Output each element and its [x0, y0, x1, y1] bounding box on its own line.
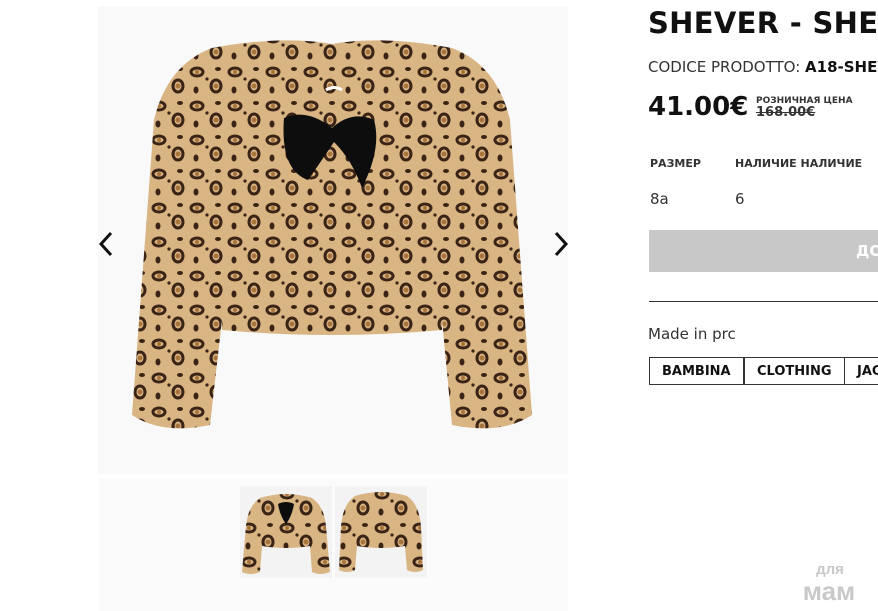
retail-price-value: 168.00€: [756, 105, 816, 120]
product-main-image[interactable]: [112, 30, 552, 450]
size-column-header: РАЗМЕР: [650, 157, 701, 170]
product-title: SHEVER - SHEV: [648, 6, 878, 40]
availability-column-header: НАЛИЧИЕ НАЛИЧИЕ: [735, 157, 863, 170]
watermark-line-2: мам: [803, 576, 856, 604]
thumbnail-front-view[interactable]: [335, 486, 427, 578]
next-image-arrow-icon[interactable]: [551, 230, 571, 258]
made-in-text: Made in prc: [648, 325, 736, 343]
prev-image-arrow-icon[interactable]: [96, 230, 116, 258]
product-code-value: A18-SHEV: [805, 58, 878, 76]
tag-bambina[interactable]: BAMBINA: [649, 357, 744, 385]
retail-price-block: РОЗНИЧНАЯ ЦЕНА 168.00€: [756, 96, 853, 120]
tag-clothing[interactable]: CLOTHING: [744, 357, 845, 385]
availability-value: 6: [735, 190, 745, 208]
thumbnail-back-view[interactable]: [240, 486, 332, 578]
product-code-label: CODICE PRODOTTO:: [648, 58, 801, 76]
product-price: 41.00€: [648, 92, 749, 122]
product-code: CODICE PRODOTTO: A18-SHEV: [648, 58, 878, 76]
size-value[interactable]: 8a: [650, 190, 669, 208]
divider: [649, 301, 878, 302]
add-to-cart-button[interactable]: ДО: [649, 230, 878, 272]
watermark-logo: для мам: [803, 561, 856, 604]
thumbnail-strip: [98, 478, 568, 611]
tag-jackets[interactable]: JAC: [844, 357, 878, 385]
